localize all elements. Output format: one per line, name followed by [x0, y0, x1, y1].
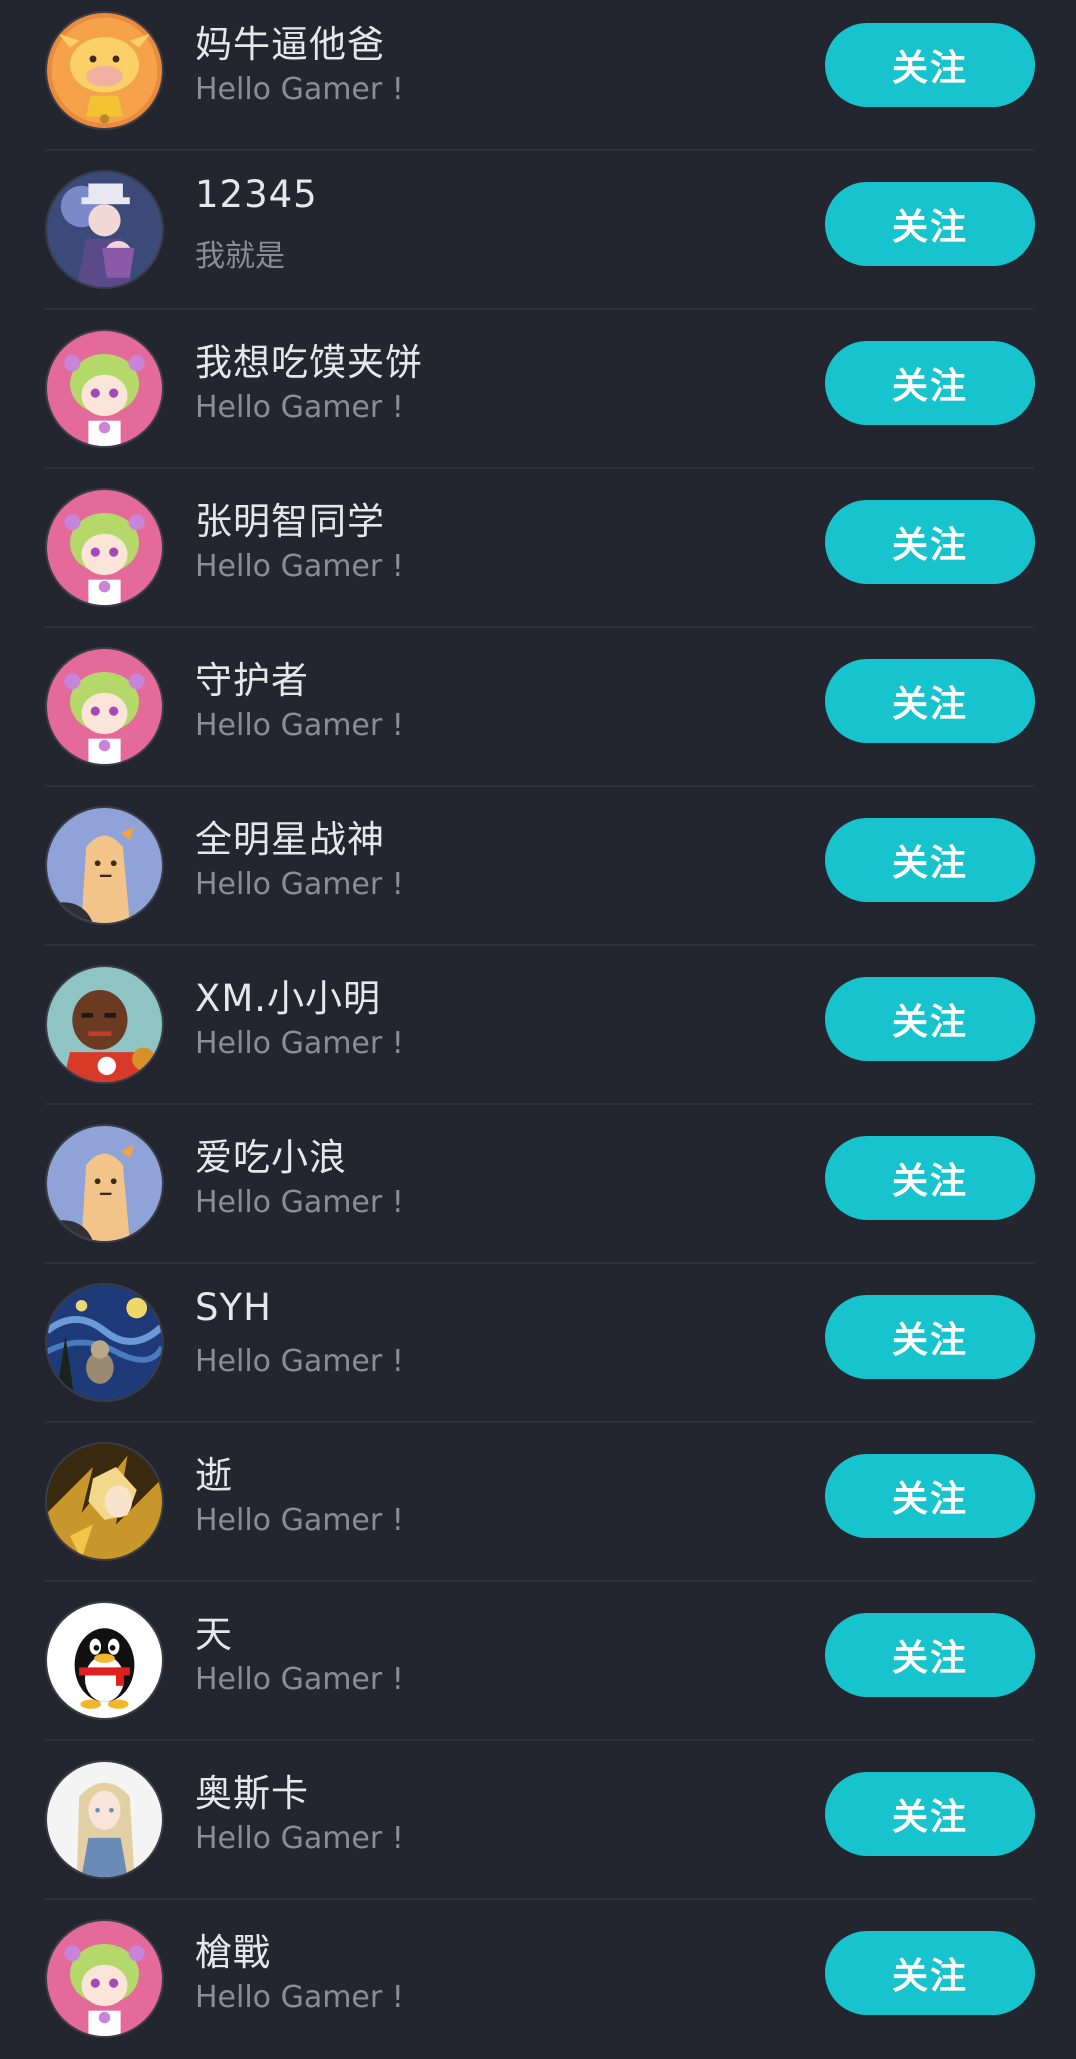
user-bio: Hello Gamer ! [195, 708, 404, 743]
user-name: 妈牛逼他爸 [195, 23, 385, 66]
anime-detective-avatar-icon[interactable] [45, 170, 164, 289]
user-name: 守护者 [195, 659, 309, 702]
user-bio: Hello Gamer ! [195, 1503, 404, 1538]
list-item[interactable]: 爱吃小浪 Hello Gamer ! 关注 [0, 1105, 1076, 1264]
user-bio: Hello Gamer ! [195, 549, 404, 584]
user-bio: Hello Gamer ! [195, 1821, 404, 1856]
user-bio: Hello Gamer ! [195, 1344, 404, 1379]
follow-button[interactable]: 关注 [825, 1136, 1035, 1220]
user-bio: Hello Gamer ! [195, 1980, 404, 2015]
list-item[interactable]: 逝 Hello Gamer ! 关注 [0, 1423, 1076, 1582]
follow-button[interactable]: 关注 [825, 1931, 1035, 2015]
potato-avatar-icon[interactable] [45, 1124, 164, 1243]
basketball-player-avatar-icon[interactable] [45, 965, 164, 1084]
list-item[interactable]: 我想吃馍夹饼 Hello Gamer ! 关注 [0, 310, 1076, 469]
follow-button[interactable]: 关注 [825, 182, 1035, 266]
blonde-woman-avatar-icon[interactable] [45, 1760, 164, 1879]
user-bio: Hello Gamer ! [195, 1662, 404, 1697]
user-name: 逝 [195, 1454, 233, 1497]
list-item[interactable]: SYH Hello Gamer ! 关注 [0, 1264, 1076, 1423]
user-bio: Hello Gamer ! [195, 390, 404, 425]
user-bio: Hello Gamer ! [195, 1185, 404, 1220]
user-name: 全明星战神 [195, 818, 385, 861]
user-name: 槍戰 [195, 1931, 271, 1974]
follow-button[interactable]: 关注 [825, 659, 1035, 743]
follow-button[interactable]: 关注 [825, 818, 1035, 902]
list-item[interactable]: 张明智同学 Hello Gamer ! 关注 [0, 469, 1076, 628]
list-item[interactable]: 奥斯卡 Hello Gamer ! 关注 [0, 1741, 1076, 1900]
user-name: 12345 [195, 173, 318, 216]
list-item[interactable]: 12345 我就是 关注 [0, 151, 1076, 310]
green-hair-girl-avatar-icon[interactable] [45, 329, 164, 448]
user-name: 张明智同学 [195, 500, 385, 543]
potato-avatar-icon[interactable] [45, 806, 164, 925]
user-list: 妈牛逼他爸 Hello Gamer ! 关注 12345 我就是 关注 我想吃馍… [0, 0, 1076, 2059]
follow-button[interactable]: 关注 [825, 1454, 1035, 1538]
green-hair-girl-avatar-icon[interactable] [45, 647, 164, 766]
golden-warrior-avatar-icon[interactable] [45, 1442, 164, 1561]
follow-button[interactable]: 关注 [825, 1772, 1035, 1856]
follow-button[interactable]: 关注 [825, 977, 1035, 1061]
list-item[interactable]: 槍戰 Hello Gamer ! 关注 [0, 1900, 1076, 2059]
starry-night-avatar-icon[interactable] [45, 1283, 164, 1402]
user-name: 天 [195, 1613, 233, 1656]
user-bio: Hello Gamer ! [195, 867, 404, 902]
follow-button[interactable]: 关注 [825, 1613, 1035, 1697]
green-hair-girl-avatar-icon[interactable] [45, 488, 164, 607]
user-bio: 我就是 [195, 239, 285, 274]
green-hair-girl-avatar-icon[interactable] [45, 1919, 164, 2038]
list-item[interactable]: 天 Hello Gamer ! 关注 [0, 1582, 1076, 1741]
follow-button[interactable]: 关注 [825, 1295, 1035, 1379]
user-bio: Hello Gamer ! [195, 72, 404, 107]
list-item[interactable]: 全明星战神 Hello Gamer ! 关注 [0, 787, 1076, 946]
penguin-avatar-icon[interactable] [45, 1601, 164, 1720]
cow-bell-avatar-icon[interactable] [45, 11, 164, 130]
user-name: 我想吃馍夹饼 [195, 341, 423, 384]
user-name: 奥斯卡 [195, 1772, 309, 1815]
list-item[interactable]: 妈牛逼他爸 Hello Gamer ! 关注 [0, 0, 1076, 151]
user-bio: Hello Gamer ! [195, 1026, 404, 1061]
follow-button[interactable]: 关注 [825, 341, 1035, 425]
follow-button[interactable]: 关注 [825, 23, 1035, 107]
user-name: 爱吃小浪 [195, 1136, 347, 1179]
list-item[interactable]: 守护者 Hello Gamer ! 关注 [0, 628, 1076, 787]
user-name: XM.小小明 [195, 977, 382, 1020]
follow-button[interactable]: 关注 [825, 500, 1035, 584]
list-item[interactable]: XM.小小明 Hello Gamer ! 关注 [0, 946, 1076, 1105]
user-name: SYH [195, 1286, 272, 1329]
